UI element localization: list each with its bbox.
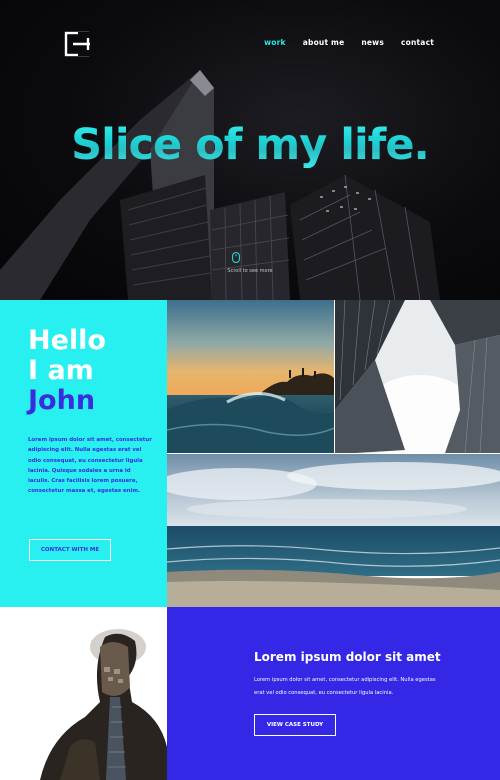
intro-paragraph: Lorem ipsum dolor sit amet, consectetur …	[28, 437, 152, 495]
monogram-logo-icon[interactable]	[64, 30, 92, 58]
wave-photo	[167, 300, 334, 453]
case-study-paragraph: Lorem ipsum dolor sit amet, consectetur …	[254, 677, 436, 696]
hero-title: Slice of my life.	[0, 120, 500, 170]
case-study-panel: Lorem ipsum dolor sit amet Lorem ipsum d…	[167, 607, 500, 780]
double-exposure-portrait	[0, 607, 167, 780]
view-case-study-button[interactable]: VIEW CASE STUDY	[254, 714, 336, 736]
greeting-name: John	[28, 385, 96, 416]
greeting-line-hello: Hello	[28, 325, 106, 356]
nav-item-news[interactable]: news	[361, 38, 384, 47]
towers-photo	[335, 300, 500, 453]
main-nav: work about me news contact	[264, 38, 434, 47]
intro-panel: Hello I am John Lorem ipsum dolor sit am…	[0, 300, 167, 607]
nav-item-work[interactable]: work	[264, 38, 286, 47]
hero-section: work about me news contact Slice of my l…	[0, 0, 500, 300]
mouse-icon[interactable]	[232, 252, 240, 263]
greeting-heading: Hello I am John	[28, 326, 106, 416]
nav-item-contact[interactable]: contact	[401, 38, 434, 47]
beach-photo	[167, 454, 500, 607]
greeting-line-iam: I am	[28, 355, 94, 386]
nav-item-about-me[interactable]: about me	[303, 38, 345, 47]
contact-button[interactable]: CONTACT WITH ME	[29, 539, 111, 561]
case-study-title: Lorem ipsum dolor sit amet	[254, 650, 441, 664]
scroll-hint: Scroll to see more	[227, 268, 273, 274]
